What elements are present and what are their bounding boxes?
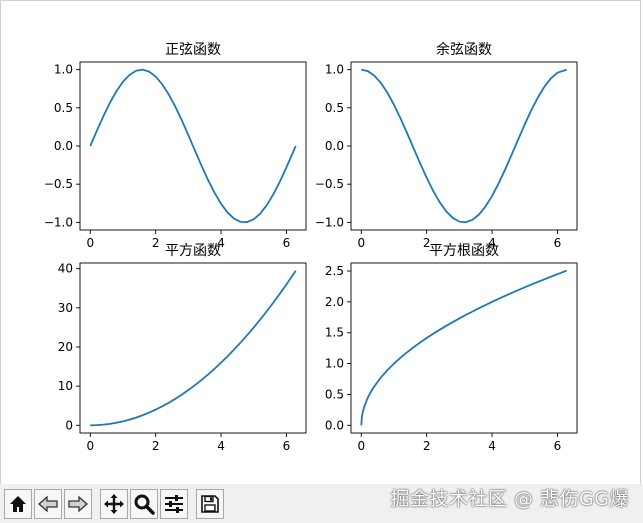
series-line <box>90 270 297 427</box>
x-tick-label: 0 <box>86 236 94 250</box>
y-tick-label: 30 <box>58 301 73 315</box>
subplot-square: 0 2 4 6 0 10 20 30 40 平方函数 <box>58 243 307 453</box>
subplot-title: 正弦函数 <box>165 42 221 58</box>
figure-canvas: 0 2 4 6 −1.0 −0.5 0.0 0.5 1.0 正弦函数 0 2 4 6 −1.0 −0.5 0.… <box>44 41 578 453</box>
x-tick-label: 6 <box>554 236 562 250</box>
x-tick-label: 0 <box>86 439 94 453</box>
zoom-button[interactable] <box>130 488 158 519</box>
y-tick-label: 1.5 <box>325 326 344 340</box>
y-tick-label: 2.0 <box>325 295 344 309</box>
y-tick-label: 20 <box>58 340 73 354</box>
y-tick-label: 0.0 <box>54 139 73 153</box>
y-tick-label: 40 <box>58 262 73 276</box>
y-tick-label: 2.5 <box>325 264 344 278</box>
sliders-icon <box>165 494 183 513</box>
subplot-title: 余弦函数 <box>436 41 492 58</box>
y-tick-label: −0.5 <box>315 177 344 191</box>
y-tick-label: 0.0 <box>325 139 344 153</box>
subplot-title: 平方函数 <box>165 243 221 259</box>
x-tick-label: 0 <box>357 236 365 250</box>
x-tick-label: 2 <box>152 236 160 250</box>
x-tick-label: 4 <box>217 439 225 453</box>
back-button[interactable] <box>34 488 62 519</box>
y-tick-label: 1.0 <box>325 63 344 77</box>
y-tick-label: 0 <box>65 418 73 432</box>
x-tick-label: 2 <box>152 439 160 453</box>
axes-frame <box>79 262 307 434</box>
subplot-cosine: 0 2 4 6−1.0−0.50.00.51.0余弦函数 <box>315 41 578 250</box>
x-tick-label: 6 <box>283 439 291 453</box>
y-tick-label: 0.0 <box>325 418 344 432</box>
x-tick-label: 2 <box>423 439 431 453</box>
y-tick-label: −1.0 <box>44 215 73 229</box>
subplot-sine: 0 2 4 6−1.0−0.50.00.51.0正弦函数 <box>44 42 307 250</box>
configure-subplots-button[interactable] <box>160 488 188 519</box>
series-line <box>360 269 568 426</box>
subplot-title: 平方根函数 <box>429 243 499 259</box>
home-button[interactable] <box>4 488 32 519</box>
home-icon <box>10 495 26 512</box>
y-tick-label: 0.5 <box>325 387 344 401</box>
magnifier-icon <box>134 494 155 515</box>
floppy-disk-icon <box>201 494 219 513</box>
y-tick-label: −1.0 <box>315 215 344 229</box>
y-tick-label: 0.5 <box>325 101 344 115</box>
y-tick-label: 0.5 <box>54 101 73 115</box>
subplot-sqrt: 0 2 4 6 0.0 0.5 1.0 1.5 2.0 2.5 平方根函数 <box>325 243 578 453</box>
y-tick-label: −0.5 <box>44 177 73 191</box>
x-tick-label: 0 <box>357 439 365 453</box>
pan-button[interactable] <box>100 488 128 519</box>
arrow-left-icon <box>38 495 58 512</box>
y-tick-label: 10 <box>58 379 73 393</box>
series-line <box>361 68 568 224</box>
y-tick-label: 1.0 <box>54 63 73 77</box>
x-tick-label: 6 <box>283 236 291 250</box>
forward-button[interactable] <box>64 488 92 519</box>
watermark-text: 掘金技术社区 @ 悲伤GG爆 <box>390 488 629 510</box>
save-figure-button[interactable] <box>196 488 224 519</box>
y-tick-label: 1.0 <box>325 357 344 371</box>
x-tick-label: 4 <box>488 439 496 453</box>
x-tick-label: 6 <box>554 439 562 453</box>
series-line <box>89 68 297 223</box>
move-icon <box>104 493 124 514</box>
arrow-right-icon <box>68 495 88 512</box>
axes-frame <box>350 262 578 434</box>
